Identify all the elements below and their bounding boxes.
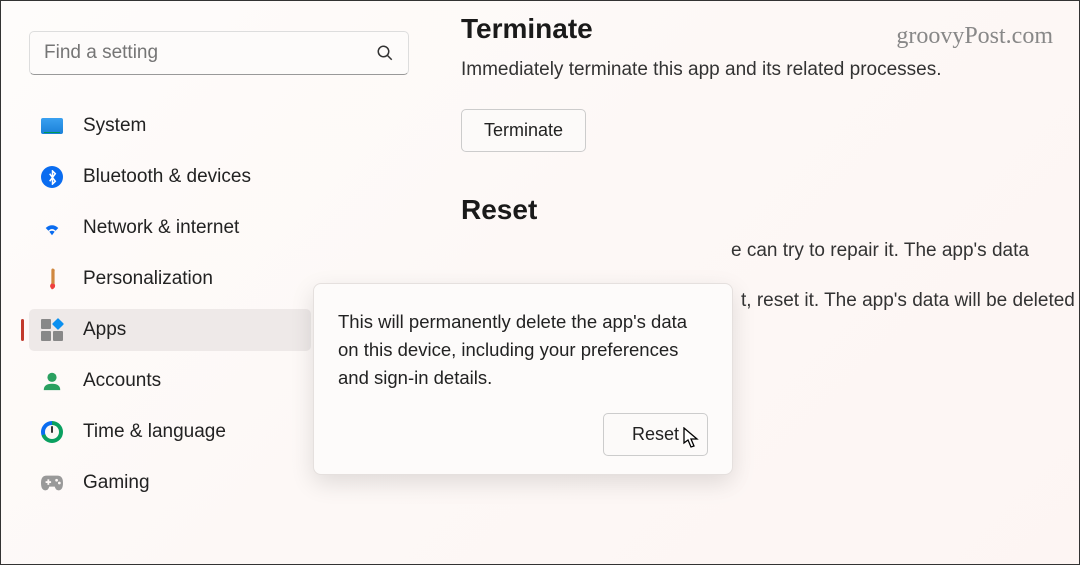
sidebar-item-bluetooth[interactable]: Bluetooth & devices [29,156,311,198]
accounts-icon [41,370,63,392]
nav-list: System Bluetooth & devices Network & int… [29,105,311,504]
gamepad-icon [41,472,63,494]
reset-confirm-flyout: This will permanently delete the app's d… [313,283,733,475]
sidebar-item-personalization[interactable]: Personalization [29,258,311,300]
flyout-message: This will permanently delete the app's d… [338,308,708,391]
sidebar-item-label: Bluetooth & devices [83,166,251,188]
sidebar: System Bluetooth & devices Network & int… [1,1,321,564]
flyout-actions: Reset [338,413,708,456]
bluetooth-icon [41,166,63,188]
reset-heading: Reset [461,194,1079,226]
repair-description-partial: e can try to repair it. The app's data [461,240,1079,262]
sidebar-item-label: Accounts [83,370,161,392]
sidebar-item-gaming[interactable]: Gaming [29,462,311,504]
system-icon [41,115,63,137]
sidebar-item-label: Apps [83,319,126,341]
sidebar-item-label: Personalization [83,268,213,290]
apps-icon [41,319,63,341]
sidebar-item-apps[interactable]: Apps [29,309,311,351]
terminate-description: Immediately terminate this app and its r… [461,59,1079,81]
terminate-button[interactable]: Terminate [461,109,586,152]
sidebar-item-label: Gaming [83,472,150,494]
reset-section: Reset e can try to repair it. The app's … [461,194,1079,262]
sidebar-item-network[interactable]: Network & internet [29,207,311,249]
sidebar-item-label: Time & language [83,421,226,443]
wifi-icon [41,217,63,239]
sidebar-item-time-language[interactable]: Time & language [29,411,311,453]
sidebar-item-system[interactable]: System [29,105,311,147]
sidebar-item-label: Network & internet [83,217,239,239]
sidebar-item-accounts[interactable]: Accounts [29,360,311,402]
clock-icon [41,421,63,443]
watermark: groovyPost.com [896,23,1053,50]
brush-icon [41,268,63,290]
cursor-icon [683,427,703,449]
sidebar-item-label: System [83,115,146,137]
